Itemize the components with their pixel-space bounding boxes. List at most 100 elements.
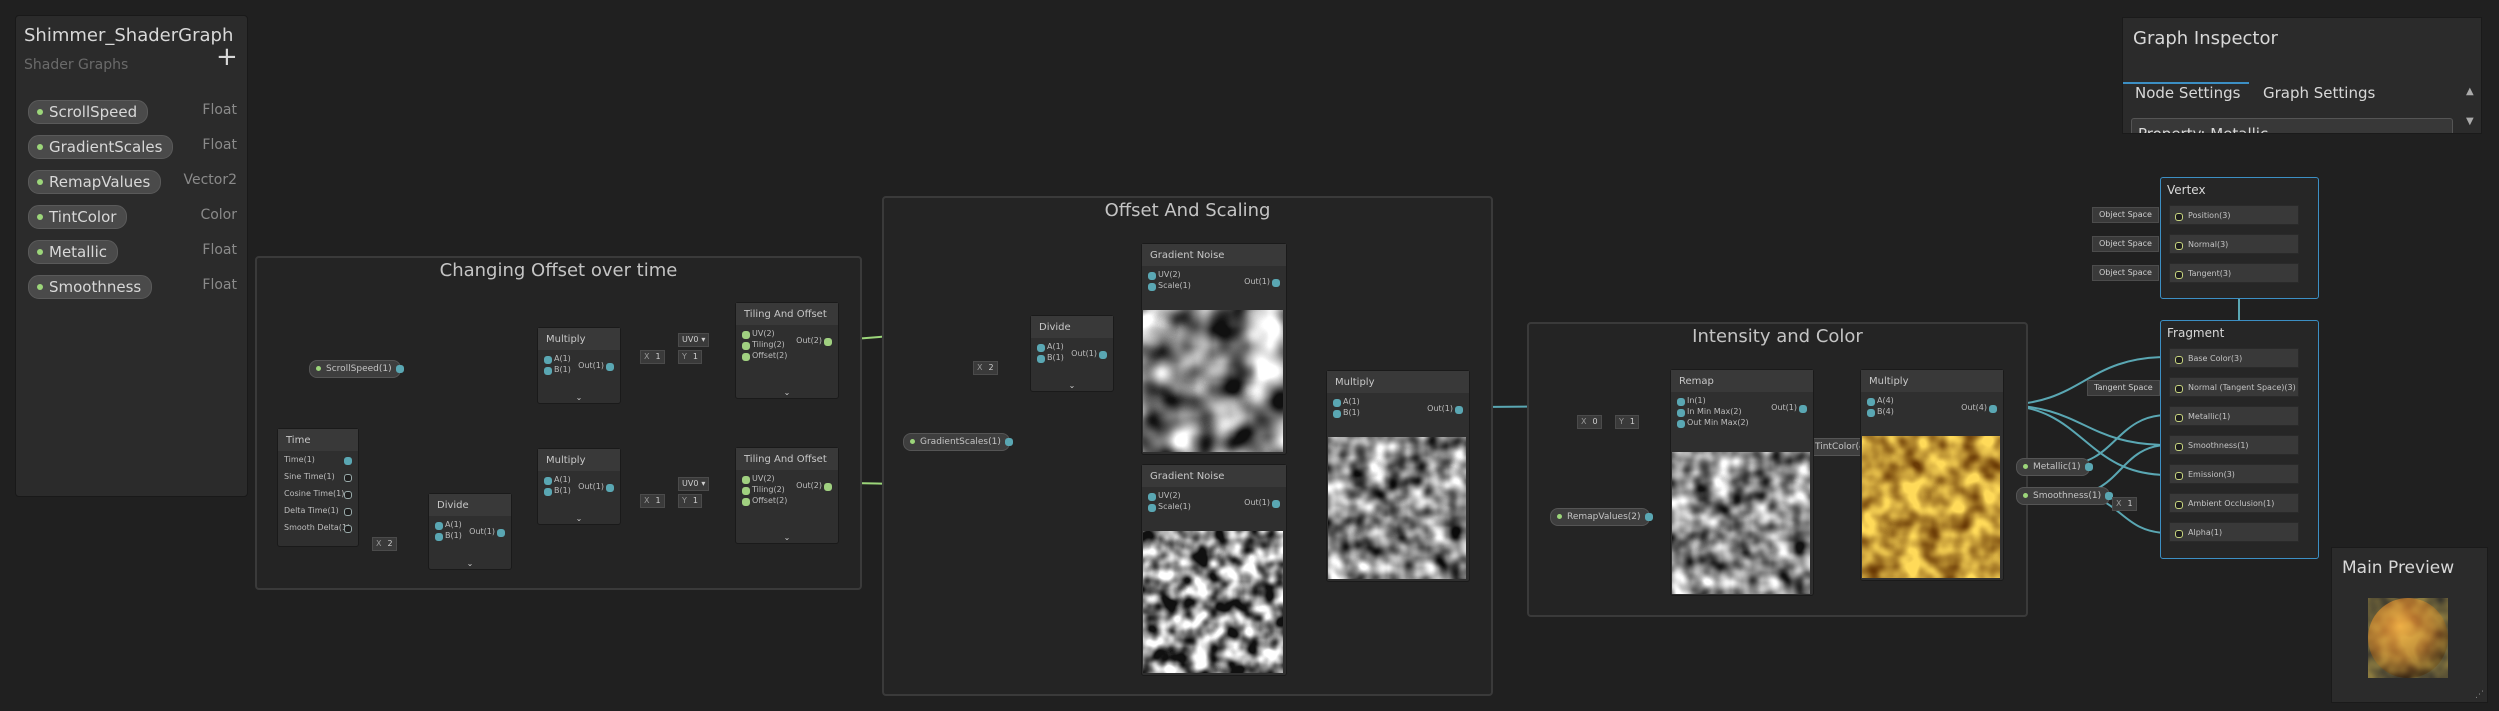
block-port-icon[interactable] xyxy=(2175,271,2183,279)
block-port-icon[interactable] xyxy=(2175,501,2183,509)
node-time[interactable]: Time Time(1) Sine Time(1) Cosine Time(1) Del… xyxy=(277,428,359,547)
property-node-scrollspeed[interactable]: ScrollSpeed(1) xyxy=(309,360,404,378)
property-node-smoothness[interactable]: Smoothness(1) xyxy=(2016,487,2114,505)
tab-node-settings[interactable]: Node Settings xyxy=(2135,84,2240,102)
inline-value-y[interactable]: Y1 xyxy=(678,494,702,508)
blackboard-property-row[interactable]: RemapValues Vector2 xyxy=(16,166,247,196)
input-port-icon[interactable] xyxy=(1037,344,1045,352)
blackboard-property-row[interactable]: GradientScales Float xyxy=(16,131,247,161)
output-port-icon[interactable] xyxy=(1099,351,1107,359)
input-port-icon[interactable] xyxy=(1677,398,1685,406)
input-port-icon[interactable] xyxy=(742,353,750,361)
inline-value-x[interactable]: X0 xyxy=(1577,415,1602,429)
fragment-block[interactable]: Base Color(3) xyxy=(2169,348,2299,368)
output-port-icon[interactable] xyxy=(1455,406,1463,414)
expand-chevron-icon[interactable]: ⌄ xyxy=(736,388,838,398)
space-dropdown[interactable]: Object Space xyxy=(2092,236,2159,252)
block-port-icon[interactable] xyxy=(2175,414,2183,422)
inline-value-b[interactable]: X2 xyxy=(973,361,998,375)
fragment-block[interactable]: Alpha(1) xyxy=(2169,522,2299,542)
add-property-button[interactable]: + xyxy=(216,44,238,70)
input-port-icon[interactable] xyxy=(435,533,443,541)
property-pill[interactable]: RemapValues xyxy=(28,170,162,194)
resize-handle-icon[interactable]: ⋰ xyxy=(2475,690,2484,700)
block-port-icon[interactable] xyxy=(2175,242,2183,250)
block-port-icon[interactable] xyxy=(2175,530,2183,538)
expand-chevron-icon[interactable]: ⌄ xyxy=(538,514,620,524)
input-port-icon[interactable] xyxy=(1867,398,1875,406)
fragment-block[interactable]: Ambient Occlusion(1) xyxy=(2169,493,2299,513)
fragment-block[interactable]: Normal (Tangent Space)(3) xyxy=(2169,377,2299,397)
input-port-icon[interactable] xyxy=(742,331,750,339)
output-port-icon[interactable] xyxy=(344,457,352,465)
uv-channel-dropdown[interactable]: UV0 ▾ xyxy=(678,333,710,347)
input-port-icon[interactable] xyxy=(544,356,552,364)
property-pill[interactable]: TintColor xyxy=(28,205,128,229)
expand-chevron-icon[interactable]: ⌄ xyxy=(538,393,620,403)
input-port-icon[interactable] xyxy=(435,522,443,530)
output-port-icon[interactable] xyxy=(606,484,614,492)
output-port-icon[interactable] xyxy=(344,525,352,533)
input-port-icon[interactable] xyxy=(1148,272,1156,280)
blackboard-property-row[interactable]: Smoothness Float xyxy=(16,271,247,301)
output-port-icon[interactable] xyxy=(824,338,832,346)
input-port-icon[interactable] xyxy=(742,498,750,506)
node-tiling2[interactable]: Tiling And Offset UV(2) Tiling(2) Offset(2)… xyxy=(735,447,839,544)
input-port-icon[interactable] xyxy=(1037,355,1045,363)
uv-channel-dropdown[interactable]: UV0 ▾ xyxy=(678,477,710,491)
output-port-icon[interactable] xyxy=(395,365,404,373)
expand-chevron-icon[interactable]: ⌄ xyxy=(429,559,511,569)
inline-value-y[interactable]: Y1 xyxy=(1615,415,1639,429)
input-port-icon[interactable] xyxy=(1333,410,1341,418)
input-port-icon[interactable] xyxy=(1333,399,1341,407)
ambient-occlusion-inline[interactable]: X1 xyxy=(2112,497,2137,511)
property-node-gradientscales[interactable]: GradientScales(1) xyxy=(903,433,1013,451)
fragment-block[interactable]: Smoothness(1) xyxy=(2169,435,2299,455)
output-port-icon[interactable] xyxy=(344,474,352,482)
inline-value-x[interactable]: X1 xyxy=(640,350,665,364)
space-dropdown[interactable]: Object Space xyxy=(2092,265,2159,281)
vertex-block[interactable]: Position(3) xyxy=(2169,205,2299,225)
input-port-icon[interactable] xyxy=(544,477,552,485)
output-port-icon[interactable] xyxy=(2084,463,2093,471)
tangent-space-dropdown[interactable]: Tangent Space xyxy=(2087,380,2160,396)
property-pill[interactable]: GradientScales xyxy=(28,135,174,159)
property-node-remapvalues[interactable]: RemapValues(2) xyxy=(1550,508,1653,526)
output-port-icon[interactable] xyxy=(824,483,832,491)
block-port-icon[interactable] xyxy=(2175,356,2183,364)
property-field[interactable]: Property: Metallic xyxy=(2131,118,2453,133)
node-multiply1[interactable]: Multiply A(1) B(1) Out(1) ⌄ xyxy=(537,327,621,404)
block-port-icon[interactable] xyxy=(2175,385,2183,393)
property-pill[interactable]: ScrollSpeed xyxy=(28,100,149,124)
blackboard-property-row[interactable]: TintColor Color xyxy=(16,201,247,231)
node-multiply2[interactable]: Multiply A(1) B(1) Out(1) ⌄ xyxy=(537,448,621,525)
blackboard-property-row[interactable]: ScrollSpeed Float xyxy=(16,96,247,126)
fragment-stack[interactable]: Fragment Base Color(3) Normal (Tangent Spa… xyxy=(2160,320,2319,559)
node-divide1[interactable]: Divide A(1) B(1) Out(1) ⌄ xyxy=(428,493,512,570)
output-port-icon[interactable] xyxy=(1799,405,1807,413)
block-port-icon[interactable] xyxy=(2175,213,2183,221)
preview-sphere[interactable] xyxy=(2360,590,2460,690)
input-port-icon[interactable] xyxy=(544,367,552,375)
fragment-block[interactable]: Metallic(1) xyxy=(2169,406,2299,426)
block-port-icon[interactable] xyxy=(2175,443,2183,451)
node-divide2[interactable]: Divide A(1) B(1) Out(1) ⌄ xyxy=(1030,315,1114,392)
output-port-icon[interactable] xyxy=(344,508,352,516)
node-tiling1[interactable]: Tiling And Offset UV(2) Tiling(2) Offset(2)… xyxy=(735,302,839,399)
blackboard-property-row[interactable]: Metallic Float xyxy=(16,236,247,266)
output-port-icon[interactable] xyxy=(1272,279,1280,287)
vertex-block[interactable]: Tangent(3) xyxy=(2169,263,2299,283)
input-port-icon[interactable] xyxy=(544,488,552,496)
output-port-icon[interactable] xyxy=(344,491,352,499)
input-port-icon[interactable] xyxy=(1677,409,1685,417)
inline-value-b[interactable]: X2 xyxy=(372,537,397,551)
input-port-icon[interactable] xyxy=(1867,409,1875,417)
output-port-icon[interactable] xyxy=(606,363,614,371)
output-port-icon[interactable] xyxy=(1004,438,1013,446)
inline-value-x[interactable]: X1 xyxy=(640,494,665,508)
scroll-down-icon[interactable]: ▼ xyxy=(2466,116,2474,127)
space-dropdown[interactable]: Object Space xyxy=(2092,207,2159,223)
input-port-icon[interactable] xyxy=(1148,493,1156,501)
output-port-icon[interactable] xyxy=(1644,513,1653,521)
block-port-icon[interactable] xyxy=(2175,472,2183,480)
